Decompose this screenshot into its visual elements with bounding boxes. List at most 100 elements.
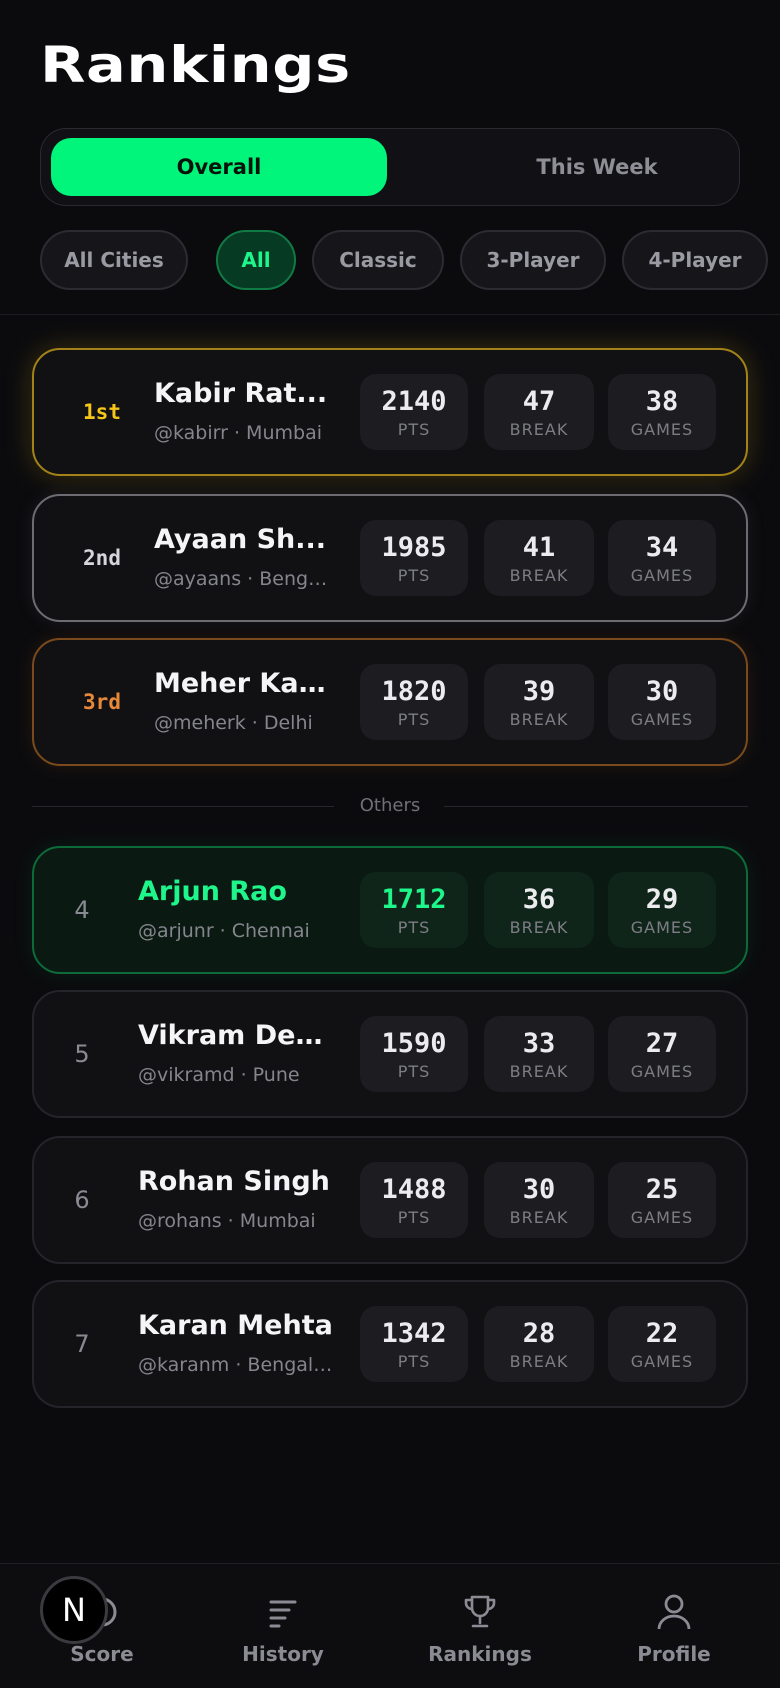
stat-points: 1342 PTS bbox=[360, 1306, 468, 1382]
ranking-card-6[interactable]: 6 Rohan Singh @rohans · Mumbai 1488 PTS 3… bbox=[32, 1136, 748, 1264]
points-label: PTS bbox=[397, 1351, 431, 1371]
points-label: PTS bbox=[397, 565, 431, 585]
ranking-card-4[interactable]: 4 Arjun Rao @arjunr · Chennai 1712 PTS 36… bbox=[32, 846, 748, 974]
stat-break: 47 BREAK bbox=[484, 374, 594, 450]
player-name: Arjun Rao bbox=[138, 876, 287, 907]
page-title: Rankings bbox=[40, 36, 351, 94]
tab-rankings[interactable]: Rankings bbox=[400, 1592, 560, 1666]
games-label: GAMES bbox=[630, 1207, 694, 1227]
stat-break: 39 BREAK bbox=[484, 664, 594, 740]
games-label: GAMES bbox=[630, 419, 694, 439]
player-name: Vikram Desai bbox=[138, 1020, 338, 1051]
profile-icon bbox=[657, 1594, 691, 1630]
stat-games: 27 GAMES bbox=[608, 1016, 716, 1092]
tab-label: Score bbox=[70, 1642, 134, 1666]
player-handle: @arjunr · Chennai bbox=[138, 920, 310, 942]
break-value: 39 bbox=[522, 675, 556, 707]
filter-chip-4-player[interactable]: 4-Player bbox=[622, 230, 768, 290]
tab-overall[interactable]: Overall bbox=[51, 138, 387, 196]
others-label: Others bbox=[359, 795, 421, 816]
stat-points: 2140 PTS bbox=[360, 374, 468, 450]
games-value: 30 bbox=[645, 675, 679, 707]
points-value: 1342 bbox=[381, 1317, 447, 1349]
period-toggle: Overall This Week bbox=[40, 128, 740, 206]
games-label: GAMES bbox=[630, 1061, 694, 1081]
tab-profile[interactable]: Profile bbox=[594, 1592, 754, 1666]
break-label: BREAK bbox=[509, 709, 569, 729]
stat-break: 41 BREAK bbox=[484, 520, 594, 596]
filter-chip-classic[interactable]: Classic bbox=[312, 230, 444, 290]
points-label: PTS bbox=[397, 917, 431, 937]
player-name: Kabir Rat... bbox=[154, 378, 328, 409]
rank-number: 6 bbox=[74, 1186, 90, 1214]
break-label: BREAK bbox=[509, 565, 569, 585]
break-value: 28 bbox=[522, 1317, 556, 1349]
rank-number: 4 bbox=[74, 896, 90, 924]
games-label: GAMES bbox=[630, 1351, 694, 1371]
games-label: GAMES bbox=[630, 709, 694, 729]
points-value: 1985 bbox=[381, 531, 447, 563]
games-value: 27 bbox=[645, 1027, 679, 1059]
history-icon bbox=[269, 1600, 297, 1628]
stat-games: 34 GAMES bbox=[608, 520, 716, 596]
player-name: Rohan Singh bbox=[138, 1166, 330, 1197]
rank-badge: 2nd bbox=[83, 546, 121, 570]
break-value: 30 bbox=[522, 1173, 556, 1205]
filter-chip-3-player[interactable]: 3-Player bbox=[460, 230, 606, 290]
break-value: 33 bbox=[522, 1027, 556, 1059]
break-label: BREAK bbox=[509, 419, 569, 439]
player-handle: @ayaans · Benga... bbox=[154, 568, 334, 590]
ranking-card-5[interactable]: 5 Vikram Desai @vikramd · Pune 1590 PTS 3… bbox=[32, 990, 748, 1118]
break-value: 47 bbox=[522, 385, 556, 417]
games-value: 38 bbox=[645, 385, 679, 417]
games-label: GAMES bbox=[630, 565, 694, 585]
stat-points: 1590 PTS bbox=[360, 1016, 468, 1092]
player-handle: @meherk · Delhi bbox=[154, 712, 313, 734]
stat-points: 1488 PTS bbox=[360, 1162, 468, 1238]
points-label: PTS bbox=[397, 1061, 431, 1081]
stat-break: 30 BREAK bbox=[484, 1162, 594, 1238]
tab-label: Rankings bbox=[428, 1642, 532, 1666]
points-value: 2140 bbox=[381, 385, 447, 417]
stat-games: 22 GAMES bbox=[608, 1306, 716, 1382]
player-handle: @karanm · Bengaluru bbox=[138, 1354, 338, 1376]
points-label: PTS bbox=[397, 709, 431, 729]
trophy-icon bbox=[464, 1595, 496, 1628]
points-value: 1712 bbox=[381, 883, 447, 915]
ranking-card-3[interactable]: 3rd Meher Ka... @meherk · Delhi 1820 PTS … bbox=[32, 638, 748, 766]
break-label: BREAK bbox=[509, 1207, 569, 1227]
stat-break: 28 BREAK bbox=[484, 1306, 594, 1382]
stat-games: 30 GAMES bbox=[608, 664, 716, 740]
ranking-card-2[interactable]: 2nd Ayaan Sh... @ayaans · Benga... 1985 P… bbox=[32, 494, 748, 622]
stat-break: 36 BREAK bbox=[484, 872, 594, 948]
ranking-card-1[interactable]: 1st Kabir Rat... @kabirr · Mumbai 2140 PT… bbox=[32, 348, 748, 476]
games-label: GAMES bbox=[630, 917, 694, 937]
points-label: PTS bbox=[397, 419, 431, 439]
rank-number: 5 bbox=[74, 1040, 90, 1068]
rank-badge: 3rd bbox=[83, 690, 121, 714]
tab-this-week[interactable]: This Week bbox=[429, 138, 765, 196]
tab-history[interactable]: History bbox=[203, 1592, 363, 1666]
stat-break: 33 BREAK bbox=[484, 1016, 594, 1092]
games-value: 25 bbox=[645, 1173, 679, 1205]
games-value: 29 bbox=[645, 883, 679, 915]
player-handle: @rohans · Mumbai bbox=[138, 1210, 316, 1232]
stat-games: 38 GAMES bbox=[608, 374, 716, 450]
break-label: BREAK bbox=[509, 1061, 569, 1081]
games-value: 22 bbox=[645, 1317, 679, 1349]
rank-number: 7 bbox=[74, 1330, 90, 1358]
others-divider: Others bbox=[32, 792, 748, 822]
points-value: 1820 bbox=[381, 675, 447, 707]
player-handle: @vikramd · Pune bbox=[138, 1064, 300, 1086]
dev-badge[interactable]: N bbox=[40, 1576, 108, 1644]
stat-points: 1712 PTS bbox=[360, 872, 468, 948]
rank-badge: 1st bbox=[83, 400, 121, 424]
tab-label: Profile bbox=[637, 1642, 711, 1666]
filter-chip-all[interactable]: All bbox=[216, 230, 296, 290]
stat-games: 25 GAMES bbox=[608, 1162, 716, 1238]
header-divider bbox=[0, 314, 780, 315]
break-value: 41 bbox=[522, 531, 556, 563]
filter-chip-all-cities[interactable]: All Cities bbox=[40, 230, 188, 290]
tab-label: History bbox=[242, 1642, 324, 1666]
ranking-card-7[interactable]: 7 Karan Mehta @karanm · Bengaluru 1342 PT… bbox=[32, 1280, 748, 1408]
